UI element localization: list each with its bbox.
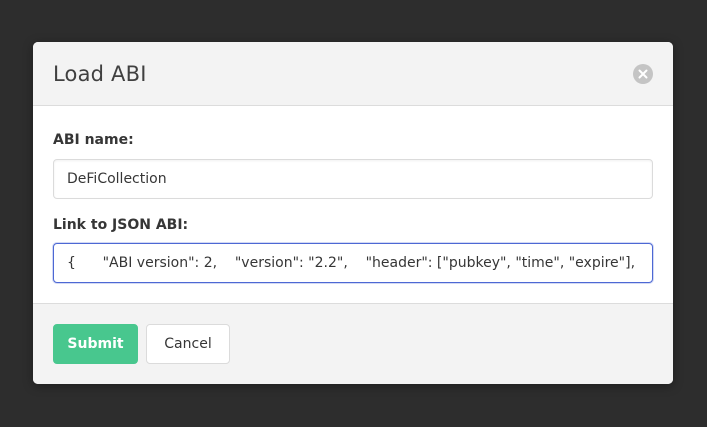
- modal-footer: Submit Cancel: [33, 303, 673, 384]
- load-abi-modal: Load ABI ABI name: Link to JSON ABI: Sub…: [33, 42, 673, 384]
- abi-name-label: ABI name:: [53, 132, 134, 148]
- submit-button[interactable]: Submit: [53, 324, 138, 364]
- cancel-button[interactable]: Cancel: [146, 324, 230, 364]
- close-icon: [638, 69, 648, 79]
- json-abi-label: Link to JSON ABI:: [53, 217, 189, 233]
- modal-body: ABI name: Link to JSON ABI:: [33, 106, 673, 303]
- abi-name-input[interactable]: [53, 159, 653, 199]
- json-abi-input[interactable]: [53, 243, 653, 283]
- close-button[interactable]: [633, 64, 653, 84]
- modal-header: Load ABI: [33, 42, 673, 106]
- modal-title: Load ABI: [53, 62, 147, 86]
